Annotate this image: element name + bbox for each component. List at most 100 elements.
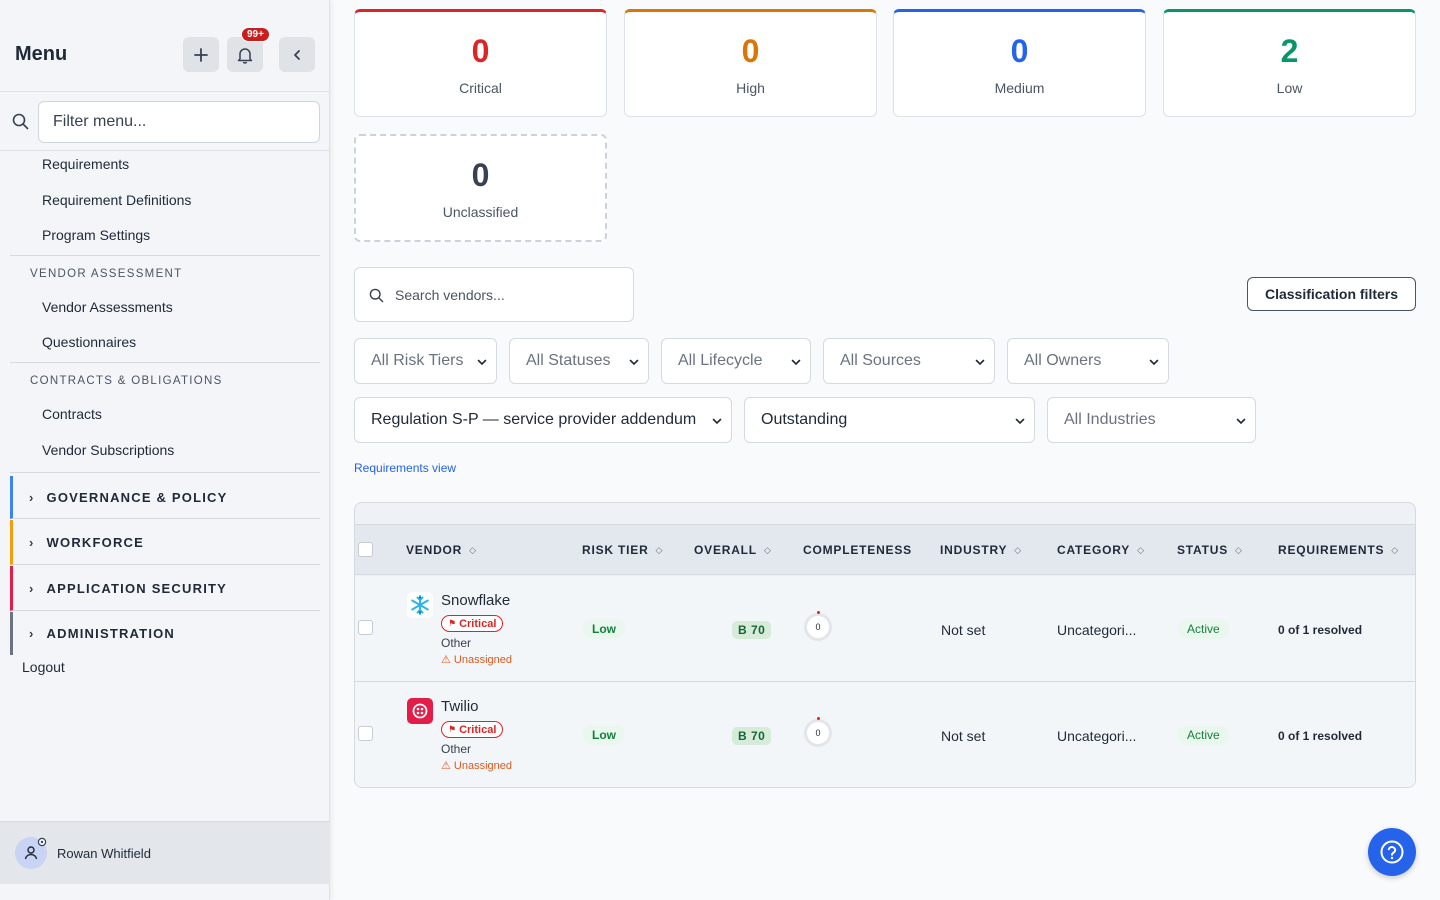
- flag-icon: ⚑: [448, 724, 457, 734]
- sort-icon: ◇: [1137, 545, 1145, 555]
- col-completeness[interactable]: COMPLETENESS: [803, 543, 912, 557]
- risk-tier-select[interactable]: All Risk Tiers: [354, 338, 497, 384]
- nav-program-settings[interactable]: Program Settings: [42, 227, 150, 243]
- chevron-right-icon: ›: [29, 534, 35, 550]
- col-overall[interactable]: OVERALL ◇: [694, 543, 772, 557]
- industry-cell: Not set: [941, 622, 986, 638]
- requirement-select[interactable]: Regulation S-P — service provider addend…: [354, 397, 732, 443]
- risk-tier-badge: Low: [583, 725, 625, 745]
- lifecycle-select[interactable]: All Lifecycle: [661, 338, 811, 384]
- divider: [10, 255, 320, 256]
- row-checkbox[interactable]: [358, 620, 373, 635]
- snowflake-logo-icon: [407, 592, 433, 618]
- sort-icon: ◇: [655, 545, 664, 555]
- select-value: All Risk Tiers: [371, 352, 464, 369]
- owners-select[interactable]: All Owners: [1007, 338, 1169, 384]
- nav-contracts[interactable]: Contracts: [42, 406, 102, 422]
- sort-icon: ◇: [469, 545, 477, 555]
- group-application-security[interactable]: › APPLICATION SECURITY: [10, 566, 320, 611]
- filter-menu-input[interactable]: [38, 101, 320, 143]
- classification-filters-button[interactable]: Classification filters: [1247, 277, 1416, 311]
- stat-label: Critical: [459, 80, 502, 96]
- category-cell: Uncategori...: [1057, 622, 1137, 638]
- stat-label: Unclassified: [442, 204, 519, 220]
- nav-requirements[interactable]: Requirements: [42, 156, 129, 172]
- overall-score: B 70: [732, 727, 772, 745]
- sources-select[interactable]: All Sources: [823, 338, 995, 384]
- divider: [10, 472, 320, 473]
- col-category[interactable]: CATEGORY ◇: [1057, 543, 1145, 557]
- logout-link[interactable]: Logout: [22, 659, 65, 675]
- group-label: GOVERNANCE & POLICY: [46, 489, 228, 505]
- nav-requirement-definitions[interactable]: Requirement Definitions: [42, 192, 191, 208]
- group-workforce[interactable]: › WORKFORCE: [10, 520, 320, 565]
- chevron-down-icon: [1236, 418, 1246, 425]
- chevron-right-icon: ›: [29, 580, 35, 596]
- criticality-badge: ⚑ Critical: [441, 615, 504, 632]
- table-row[interactable]: Twilio ⚑ Critical Other ⚠ Unassigned Low …: [355, 681, 1415, 787]
- plus-icon: [194, 47, 208, 62]
- status-badge: Active: [1178, 619, 1229, 639]
- select-all-checkbox[interactable]: [358, 542, 373, 557]
- requirements-cell[interactable]: 0 of 1 resolved: [1278, 623, 1362, 637]
- vendors-table: VENDOR ◇ RISK TIER ◇ OVERALL ◇ COMPLETENESS…: [354, 502, 1416, 788]
- chevron-down-icon: [477, 359, 487, 366]
- settings-icon[interactable]: [37, 837, 47, 847]
- nav-vendor-subscriptions[interactable]: Vendor Subscriptions: [42, 442, 174, 458]
- stat-card-medium[interactable]: 0 Medium: [893, 9, 1146, 117]
- section-contracts: CONTRACTS & OBLIGATIONS: [30, 375, 223, 387]
- chevron-right-icon: ›: [29, 489, 35, 505]
- group-administration[interactable]: › ADMINISTRATION: [10, 612, 320, 655]
- stat-card-unclassified[interactable]: 0 Unclassified: [354, 134, 607, 242]
- status-select[interactable]: All Statuses: [509, 338, 649, 384]
- twilio-logo-icon: [407, 698, 433, 724]
- user-profile[interactable]: Rowan Whitfield: [0, 821, 330, 884]
- requirement-status-select[interactable]: Outstanding: [744, 397, 1035, 443]
- chevron-down-icon: [975, 359, 985, 366]
- chevron-down-icon: [1015, 418, 1025, 425]
- col-status[interactable]: STATUS ◇: [1177, 543, 1243, 557]
- vendor-owner: ⚠ Unassigned: [441, 760, 513, 772]
- vendor-category-tag: Other: [441, 636, 472, 650]
- select-value: All Owners: [1024, 352, 1102, 369]
- nav-vendor-assessments[interactable]: Vendor Assessments: [42, 299, 173, 315]
- vendor-name[interactable]: Snowflake: [441, 592, 510, 609]
- help-button[interactable]: [1368, 828, 1416, 876]
- stat-value: 0: [471, 33, 490, 69]
- stat-card-low[interactable]: 2 Low: [1163, 9, 1416, 117]
- group-label: APPLICATION SECURITY: [46, 580, 228, 596]
- user-name: Rowan Whitfield: [57, 846, 151, 861]
- requirements-view-link[interactable]: Requirements view: [354, 461, 456, 475]
- col-industry[interactable]: INDUSTRY ◇: [940, 543, 1022, 557]
- row-checkbox[interactable]: [358, 726, 373, 741]
- col-requirements[interactable]: REQUIREMENTS ◇: [1278, 543, 1399, 557]
- col-vendor[interactable]: VENDOR ◇: [406, 543, 477, 557]
- chevron-down-icon: [1149, 359, 1159, 366]
- collapse-sidebar-button[interactable]: [279, 37, 315, 72]
- chevron-right-icon: ›: [29, 626, 35, 641]
- notifications-button[interactable]: [227, 37, 263, 72]
- search-icon: [369, 288, 384, 303]
- nav-questionnaires[interactable]: Questionnaires: [42, 334, 136, 350]
- select-value: Outstanding: [761, 411, 848, 428]
- stat-card-high[interactable]: 0 High: [624, 9, 877, 117]
- select-value: All Statuses: [526, 352, 611, 369]
- col-risk-tier[interactable]: RISK TIER ◇: [582, 543, 663, 557]
- search-vendors-input[interactable]: [395, 278, 625, 312]
- notification-badge: 99+: [241, 27, 270, 42]
- sidebar-header: Menu 99+: [0, 0, 329, 92]
- category-cell: Uncategori...: [1057, 728, 1137, 744]
- add-button[interactable]: [183, 37, 219, 72]
- stat-card-critical[interactable]: 0 Critical: [354, 9, 607, 117]
- table-row[interactable]: Snowflake ⚑ Critical Other ⚠ Unassigned L…: [355, 576, 1415, 682]
- industry-select[interactable]: All Industries: [1047, 397, 1256, 443]
- sort-icon: ◇: [763, 545, 772, 555]
- divider: [10, 362, 320, 363]
- vendor-search: [354, 267, 634, 322]
- stat-value: 0: [1010, 33, 1029, 69]
- group-governance-policy[interactable]: › GOVERNANCE & POLICY: [10, 476, 320, 519]
- completeness-ring: 0: [804, 611, 832, 641]
- vendor-name[interactable]: Twilio: [441, 698, 479, 715]
- section-vendor-assessment: VENDOR ASSESSMENT: [30, 268, 183, 280]
- requirements-cell[interactable]: 0 of 1 resolved: [1278, 729, 1362, 743]
